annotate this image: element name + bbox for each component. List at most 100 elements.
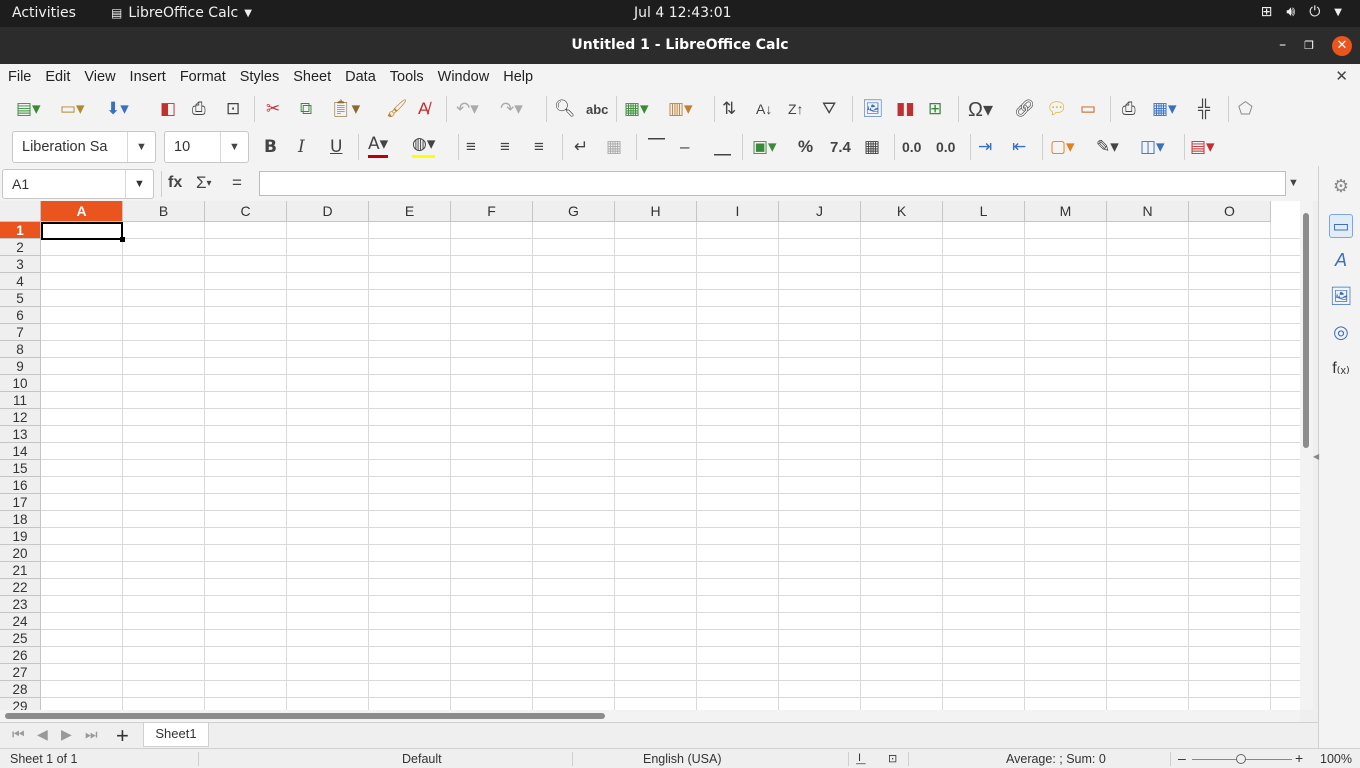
row-header[interactable]: 28 <box>0 681 41 698</box>
add-decimal-icon[interactable]: 0.0 <box>902 133 921 161</box>
name-box[interactable]: A1 ▼ <box>2 169 154 199</box>
row-header[interactable]: 7 <box>0 324 41 341</box>
hyperlink-icon[interactable]: 🔗︎ <box>1014 95 1036 123</box>
app-menu[interactable]: ▤ LibreOffice Calc ▼ <box>111 5 252 21</box>
menu-insert[interactable]: Insert <box>123 69 173 85</box>
column-header[interactable]: N <box>1107 201 1189 222</box>
document-modified-icon[interactable]: ⊡ <box>888 752 897 765</box>
first-sheet-icon[interactable]: ⏮ <box>12 726 25 743</box>
define-print-area-icon[interactable]: ⎙ <box>1122 95 1136 123</box>
select-all-corner[interactable] <box>0 201 41 222</box>
row-header[interactable]: 16 <box>0 477 41 494</box>
print-icon[interactable]: ⎙ <box>192 95 206 123</box>
paste-icon[interactable]: 📋︎▾ <box>330 95 360 123</box>
redo-icon[interactable]: ↷▾ <box>500 95 523 123</box>
row-header[interactable]: 5 <box>0 290 41 307</box>
row-header[interactable]: 19 <box>0 528 41 545</box>
close-window-button[interactable]: ✕ <box>1332 35 1352 56</box>
next-sheet-icon[interactable]: ▶ <box>61 726 72 743</box>
vertical-scrollbar[interactable] <box>1300 201 1313 710</box>
percent-format-icon[interactable]: % <box>798 133 813 161</box>
close-document-icon[interactable]: ✕ <box>1335 67 1348 85</box>
gear-icon[interactable]: ⚙ <box>1329 174 1353 198</box>
functions-icon[interactable]: f₍ₓ₎ <box>1329 356 1353 380</box>
underline-icon[interactable]: U <box>330 133 342 161</box>
menu-file[interactable]: File <box>0 69 38 85</box>
currency-format-icon[interactable]: ▣▾ <box>752 133 777 161</box>
center-vertically-icon[interactable]: – <box>680 133 689 161</box>
row-header[interactable]: 12 <box>0 409 41 426</box>
split-window-icon[interactable]: ╬ <box>1198 95 1210 123</box>
sort-descending-icon[interactable]: Z↑ <box>788 95 804 123</box>
row-header[interactable]: 20 <box>0 545 41 562</box>
system-tray[interactable]: ⊞ 🔊︎ ⏻ ▼ <box>1261 4 1342 20</box>
row-header[interactable]: 29 <box>0 698 41 710</box>
date-format-icon[interactable]: ▦ <box>864 133 880 161</box>
border-style-icon[interactable]: ✎▾ <box>1096 133 1119 161</box>
align-bottom-icon[interactable]: ⎽ <box>714 133 731 161</box>
spreadsheet-grid[interactable]: A B C D E F G H I J K L M N O 1 2 3 4 5 6 7 8 9 10 11 12 13 14 15 16 17… <box>0 201 1300 710</box>
conditional-format-icon[interactable]: ▤▾ <box>1190 133 1215 161</box>
cell-area[interactable] <box>41 222 1300 710</box>
italic-icon[interactable]: I <box>298 133 305 161</box>
borders-icon[interactable]: ▢▾ <box>1050 133 1075 161</box>
chevron-down-icon[interactable]: ▼ <box>127 132 155 162</box>
freeze-rows-columns-icon[interactable]: ▦▾ <box>1152 95 1177 123</box>
wrap-text-icon[interactable]: ↵ <box>574 133 588 161</box>
bold-icon[interactable]: B <box>264 133 277 161</box>
horizontal-scroll-thumb[interactable] <box>5 713 605 719</box>
collapse-sidebar-icon[interactable]: ◀ <box>1313 452 1319 461</box>
activities-button[interactable]: Activities <box>12 5 76 21</box>
row-header[interactable]: 15 <box>0 460 41 477</box>
selection-mode-icon[interactable]: I͟ <box>858 752 861 764</box>
column-header[interactable]: C <box>205 201 287 222</box>
last-sheet-icon[interactable]: ⏭ <box>85 726 98 743</box>
row-header[interactable]: 21 <box>0 562 41 579</box>
maximize-button[interactable]: ❐ <box>1304 27 1314 64</box>
page-style[interactable]: Default <box>402 752 442 766</box>
vertical-scroll-thumb[interactable] <box>1303 213 1309 448</box>
column-header[interactable]: M <box>1025 201 1107 222</box>
open-folder-icon[interactable]: ▭▾ <box>60 95 85 123</box>
minimize-button[interactable]: – <box>1279 27 1286 64</box>
menu-edit[interactable]: Edit <box>38 69 77 85</box>
clock[interactable]: Jul 4 12:43:01 <box>634 5 732 21</box>
insert-chart-icon[interactable]: ▮▮ <box>896 95 915 123</box>
column-header[interactable]: J <box>779 201 861 222</box>
number-format-icon[interactable]: 7.4 <box>830 133 851 161</box>
selection-summary[interactable]: Average: ; Sum: 0 <box>1006 752 1106 766</box>
align-center-icon[interactable]: ≡ <box>500 133 510 161</box>
row-header[interactable]: 4 <box>0 273 41 290</box>
font-name-combo[interactable]: Liberation Sa ▼ <box>12 131 156 163</box>
save-icon[interactable]: ⬇▾ <box>106 95 129 123</box>
row-header[interactable]: 10 <box>0 375 41 392</box>
column-icon[interactable]: ▥▾ <box>668 95 693 123</box>
menu-format[interactable]: Format <box>173 69 233 85</box>
clone-formatting-icon[interactable]: 🖌︎ <box>386 95 408 123</box>
row-header[interactable]: 26 <box>0 647 41 664</box>
column-header[interactable]: D <box>287 201 369 222</box>
navigator-icon[interactable]: ◎ <box>1329 320 1353 344</box>
sort-ascending-icon[interactable]: A↓ <box>756 95 772 123</box>
menu-window[interactable]: Window <box>431 69 497 85</box>
properties-icon[interactable]: ▭ <box>1329 214 1353 238</box>
add-sheet-icon[interactable]: + <box>116 723 129 749</box>
column-header[interactable]: F <box>451 201 533 222</box>
row-header[interactable]: 13 <box>0 426 41 443</box>
sort-icon[interactable]: ⇅ <box>722 95 736 123</box>
zoom-slider-knob[interactable] <box>1236 754 1246 764</box>
delete-decimal-icon[interactable]: 0.0 <box>936 133 955 161</box>
column-header[interactable]: A <box>41 201 123 222</box>
row-header[interactable]: 23 <box>0 596 41 613</box>
sheet-tab-sheet1[interactable]: Sheet1 <box>143 723 209 747</box>
row-header[interactable]: 2 <box>0 239 41 256</box>
menu-help[interactable]: Help <box>496 69 540 85</box>
language[interactable]: English (USA) <box>643 752 722 766</box>
select-function-button[interactable]: Σ ▾ <box>196 169 212 197</box>
column-header[interactable]: L <box>943 201 1025 222</box>
menu-tools[interactable]: Tools <box>383 69 431 85</box>
highlight-color-icon[interactable]: ◍▾ <box>412 133 436 158</box>
row-header[interactable]: 11 <box>0 392 41 409</box>
decrease-indent-icon[interactable]: ⇤ <box>1012 133 1026 161</box>
zoom-in-icon[interactable]: + <box>1295 750 1303 766</box>
